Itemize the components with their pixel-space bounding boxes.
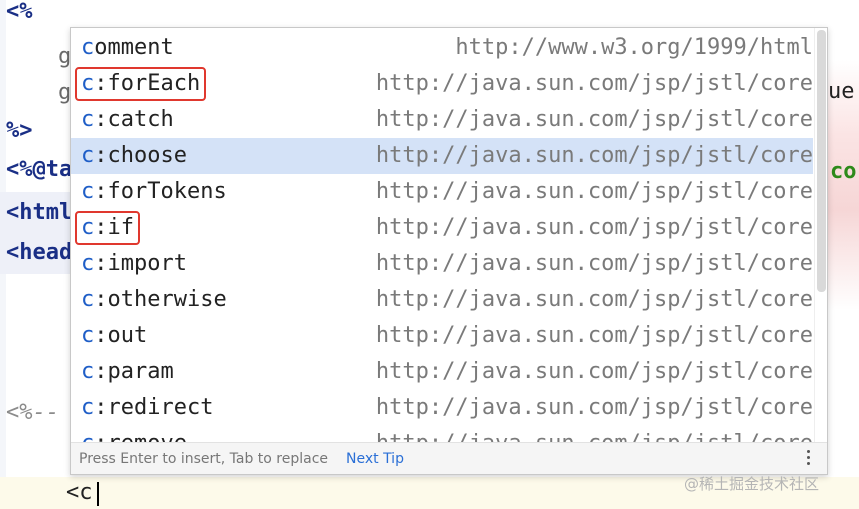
completion-item-name: c:out	[81, 318, 147, 354]
code-line: <head	[6, 240, 73, 265]
more-vertical-icon[interactable]	[805, 450, 811, 468]
match-prefix: c	[81, 251, 95, 276]
completion-item-rest: :out	[94, 323, 148, 348]
completion-item-namespace: http://java.sun.com/jsp/jstl/core	[375, 395, 813, 420]
completion-item-namespace: http://java.sun.com/jsp/jstl/core	[375, 251, 813, 276]
completion-item-rest: :forTokens	[94, 179, 227, 204]
completion-item-namespace: http://java.sun.com/jsp/jstl/core	[376, 426, 813, 442]
code-line: <%@ta	[6, 157, 73, 182]
popup-scrollbar[interactable]	[814, 28, 827, 442]
completion-item-namespace: http://java.sun.com/jsp/jstl/core	[375, 215, 813, 240]
match-prefix: c	[81, 359, 95, 384]
completion-item[interactable]: c:param http://java.sun.com/jsp/jstl/core	[71, 354, 813, 390]
match-prefix: c	[81, 287, 95, 312]
completion-list[interactable]: comment http://www.w3.org/1999/html c:forE…	[71, 28, 813, 442]
completion-item[interactable]: c:remove http://java.sun.com/jsp/jstl/cor…	[71, 426, 813, 442]
completion-item[interactable]: comment http://www.w3.org/1999/html	[71, 30, 813, 66]
code-line: <%--	[6, 400, 59, 425]
completion-item[interactable]: c:choose http://java.sun.com/jsp/jstl/cor…	[71, 138, 813, 174]
completion-item-namespace: http://java.sun.com/jsp/jstl/core	[375, 107, 813, 132]
next-tip-link[interactable]: Next Tip	[346, 451, 404, 467]
annotation-highlight-box	[75, 67, 207, 101]
match-prefix: c	[81, 431, 94, 442]
completion-item[interactable]: c:out http://java.sun.com/jsp/jstl/core	[71, 318, 813, 354]
annotation-highlight-box	[75, 211, 140, 245]
completion-item-name: c:redirect	[81, 390, 213, 426]
completion-item-rest: :param	[94, 359, 174, 384]
completion-item[interactable]: c:catch http://java.sun.com/jsp/jstl/core	[71, 102, 813, 138]
completion-item-namespace: http://java.sun.com/jsp/jstl/core	[375, 71, 813, 96]
text-caret	[97, 482, 99, 506]
scrollbar-thumb[interactable]	[817, 30, 826, 292]
completion-item-name: c:param	[81, 354, 174, 390]
completion-item-rest: :remove	[94, 431, 187, 442]
code-line: <html	[6, 200, 73, 225]
completion-item-name: comment	[81, 30, 174, 66]
completion-item-name: c:forTokens	[81, 174, 227, 210]
code-line-cursor[interactable]: <c	[66, 478, 93, 508]
completion-item-name: c:remove	[81, 426, 187, 442]
match-prefix: c	[81, 143, 95, 168]
completion-item-rest: :otherwise	[94, 287, 227, 312]
completion-item[interactable]: c:forTokens http://java.sun.com/jsp/jstl/…	[71, 174, 813, 210]
completion-item-namespace: http://java.sun.com/jsp/jstl/core	[375, 179, 813, 204]
match-prefix: c	[81, 35, 95, 60]
completion-item-rest: omment	[94, 35, 174, 60]
code-line: <%	[6, 0, 33, 24]
completion-item[interactable]: c:otherwise http://java.sun.com/jsp/jstl/…	[71, 282, 813, 318]
completion-item-namespace: http://java.sun.com/jsp/jstl/core	[375, 323, 813, 348]
completion-item-rest: :choose	[94, 143, 187, 168]
completion-item[interactable]: c:import http://java.sun.com/jsp/jstl/cor…	[71, 246, 813, 282]
completion-item-name: c:otherwise	[81, 282, 227, 318]
match-prefix: c	[81, 323, 95, 348]
completion-item-rest: :catch	[94, 107, 174, 132]
completion-item-namespace: http://java.sun.com/jsp/jstl/core	[375, 287, 813, 312]
popup-footer: Press Enter to insert, Tab to replace Ne…	[71, 442, 827, 474]
completion-item[interactable]: c:if http://java.sun.com/jsp/jstl/core	[71, 210, 813, 246]
completion-item-name: c:catch	[81, 102, 174, 138]
completion-item-rest: :import	[94, 251, 187, 276]
footer-hint: Press Enter to insert, Tab to replace	[79, 451, 329, 467]
completion-item-namespace: http://java.sun.com/jsp/jstl/core	[375, 359, 813, 384]
completion-item-name: c:import	[81, 246, 187, 282]
completion-item-name: c:choose	[81, 138, 187, 174]
match-prefix: c	[81, 179, 95, 204]
match-prefix: c	[81, 395, 95, 420]
code-completion-popup[interactable]: comment http://www.w3.org/1999/html c:forE…	[70, 27, 828, 475]
completion-item-namespace: http://www.w3.org/1999/html	[455, 35, 813, 60]
completion-item-rest: :redirect	[94, 395, 214, 420]
code-fragment: co	[830, 159, 857, 184]
match-prefix: c	[81, 107, 95, 132]
code-fragment: ue	[828, 79, 855, 104]
watermark: @稀土掘金技术社区	[684, 475, 820, 493]
code-line: %>	[6, 118, 33, 143]
completion-item-namespace: http://java.sun.com/jsp/jstl/core	[375, 143, 813, 168]
completion-item[interactable]: c:redirect http://java.sun.com/jsp/jstl/c…	[71, 390, 813, 426]
